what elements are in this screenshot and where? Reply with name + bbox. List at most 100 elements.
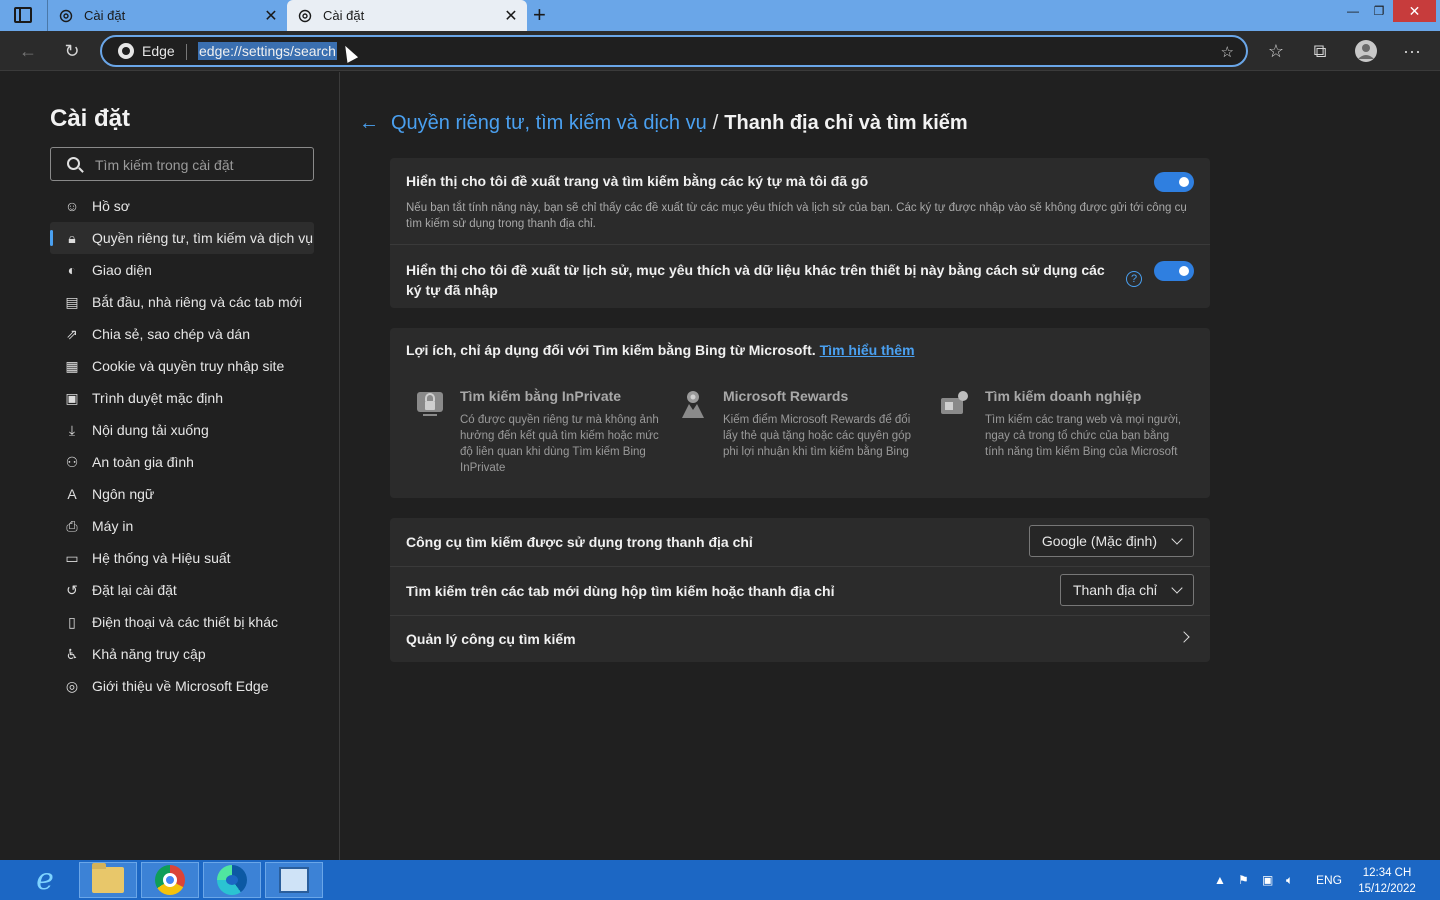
profile-avatar-icon[interactable] bbox=[1354, 39, 1378, 63]
site-identity[interactable]: Edge bbox=[118, 43, 175, 59]
search-input[interactable] bbox=[95, 155, 305, 175]
browser-toolbar: ← ↻ Edge edge://settings/search ☆ ☆ ⧉ ··… bbox=[0, 31, 1440, 71]
sidebar-item-share[interactable]: ⇗ Chia sẻ, sao chép và dán bbox=[50, 318, 314, 350]
tab-inactive[interactable]: Cài đặt ✕ bbox=[47, 0, 287, 31]
gear-icon bbox=[297, 8, 313, 24]
settings-sidebar: Cài đặt ☺ Hồ sơ 🔒︎ Quyền riêng tư, tìm kiế… bbox=[0, 72, 340, 860]
minimize-icon[interactable]: — bbox=[1340, 0, 1366, 22]
new-tab-search-select[interactable]: Thanh địa chỉ bbox=[1059, 574, 1194, 606]
new-tab-icon[interactable]: + bbox=[533, 2, 546, 28]
tab-actions-icon[interactable] bbox=[14, 7, 32, 23]
laptop-icon: ▭ bbox=[65, 549, 79, 566]
sidebar-item-label: Máy in bbox=[92, 518, 134, 534]
sidebar-item-label: An toàn gia đình bbox=[92, 454, 194, 470]
tab-title: Cài đặt bbox=[84, 8, 126, 23]
breadcrumb-parent-link[interactable]: Quyền riêng tư, tìm kiếm và dịch vụ bbox=[391, 112, 707, 135]
volume-icon[interactable]: 🔈︎ bbox=[1286, 860, 1293, 900]
lock-icon: 🔒︎ bbox=[68, 229, 76, 246]
gear-icon bbox=[58, 8, 74, 24]
sidebar-item-family[interactable]: ⚇ An toàn gia đình bbox=[50, 446, 314, 478]
tab-close-icon[interactable]: ✕ bbox=[263, 6, 279, 26]
feature-title: Tìm kiếm bằng InPrivate bbox=[460, 388, 622, 404]
action-center-icon[interactable]: ⚑ bbox=[1238, 860, 1249, 900]
add-favorite-icon[interactable]: ☆ bbox=[1221, 43, 1234, 61]
rewards-icon bbox=[682, 391, 704, 418]
more-menu-icon[interactable]: ··· bbox=[1400, 39, 1424, 63]
favorites-icon[interactable]: ☆ bbox=[1264, 39, 1288, 63]
back-arrow-icon[interactable]: ← bbox=[359, 112, 379, 135]
explorer-taskbar-button[interactable] bbox=[79, 862, 137, 898]
help-icon[interactable]: ? bbox=[1126, 271, 1142, 287]
suggestion-title-typed: Hiển thị cho tôi đề xuất trang và tìm ki… bbox=[406, 173, 869, 189]
edge-icon bbox=[217, 865, 247, 895]
sidebar-item-phone[interactable]: ▯ Điện thoại và các thiết bị khác bbox=[50, 606, 314, 638]
settings-search[interactable] bbox=[50, 147, 314, 181]
back-icon[interactable]: ← bbox=[16, 39, 40, 63]
address-url[interactable]: edge://settings/search bbox=[198, 42, 337, 60]
sidebar-item-reset[interactable]: ↺ Đặt lại cài đặt bbox=[50, 574, 314, 606]
select-value: Google (Mặc định) bbox=[1041, 533, 1157, 549]
edge-logo-icon bbox=[118, 43, 134, 59]
sidebar-item-label: Điện thoại và các thiết bị khác bbox=[92, 614, 278, 630]
manage-search-engines-label: Quản lý công cụ tìm kiếm bbox=[406, 631, 576, 647]
divider bbox=[390, 244, 1210, 245]
close-window-icon[interactable]: ✕ bbox=[1393, 0, 1436, 22]
sidebar-item-label: Bắt đầu, nhà riêng và các tab mới bbox=[92, 294, 302, 310]
sidebar-item-label: Ngôn ngữ bbox=[92, 486, 155, 502]
sidebar-item-system[interactable]: ▭ Hệ thống và Hiệu suất bbox=[50, 542, 314, 574]
sidebar-item-start[interactable]: ▤ Bắt đầu, nhà riêng và các tab mới bbox=[50, 286, 314, 318]
tray-expand-icon[interactable]: ▲ bbox=[1214, 860, 1226, 900]
address-brand: Edge bbox=[142, 43, 175, 59]
folder-icon bbox=[92, 863, 124, 893]
download-icon: ⤓ bbox=[68, 421, 76, 438]
control-panel-taskbar-button[interactable] bbox=[265, 862, 323, 898]
sidebar-item-privacy[interactable]: 🔒︎ Quyền riêng tư, tìm kiếm và dịch vụ bbox=[50, 222, 314, 254]
suggestion-toggle-history[interactable] bbox=[1154, 261, 1194, 281]
collections-icon[interactable]: ⧉ bbox=[1308, 39, 1332, 63]
reset-icon: ↺ bbox=[66, 581, 78, 598]
suggestion-toggle-typed[interactable] bbox=[1154, 172, 1194, 192]
sidebar-item-label: Hệ thống và Hiệu suất bbox=[92, 550, 231, 566]
language-indicator[interactable]: ENG bbox=[1316, 860, 1342, 900]
settings-title: Cài đặt bbox=[50, 105, 131, 132]
sidebar-item-cookies[interactable]: ▦ Cookie và quyền truy nhập site bbox=[50, 350, 314, 382]
taskbar-clock[interactable]: 12:34 CH 15/12/2022 bbox=[1356, 865, 1418, 897]
internet-explorer-icon: e bbox=[36, 862, 54, 897]
default-browser-icon: ▣ bbox=[65, 389, 79, 406]
sidebar-item-languages[interactable]: A Ngôn ngữ bbox=[50, 478, 314, 510]
sidebar-item-label: Giới thiệu về Microsoft Edge bbox=[92, 678, 269, 694]
language-icon: A bbox=[67, 486, 77, 502]
new-tab-search-row: Tìm kiếm trên các tab mới dùng hộp tìm k… bbox=[390, 567, 1210, 615]
chrome-taskbar-button[interactable] bbox=[141, 862, 199, 898]
new-tab-search-label: Tìm kiếm trên các tab mới dùng hộp tìm k… bbox=[406, 583, 835, 599]
sidebar-item-profile[interactable]: ☺ Hồ sơ bbox=[50, 190, 314, 222]
sidebar-item-appearance[interactable]: ◐ Giao diện bbox=[50, 254, 314, 286]
accessibility-icon: ♿︎ bbox=[65, 645, 79, 662]
learn-more-link[interactable]: Tìm hiểu thêm bbox=[820, 342, 915, 358]
refresh-icon[interactable]: ↻ bbox=[60, 39, 84, 63]
sidebar-item-about[interactable]: ◎ Giới thiệu về Microsoft Edge bbox=[50, 670, 314, 702]
sidebar-item-default-browser[interactable]: ▣ Trình duyệt mặc định bbox=[50, 382, 314, 414]
search-engine-select[interactable]: Google (Mặc định) bbox=[1028, 525, 1194, 557]
sidebar-item-accessibility[interactable]: ♿︎ Khả năng truy cập bbox=[50, 638, 314, 670]
sidebar-item-label: Giao diện bbox=[92, 262, 152, 278]
search-engine-card: Công cụ tìm kiếm được sử dụng trong than… bbox=[390, 518, 1210, 662]
feature-description: Tìm kiếm các trang web và mọi người, nga… bbox=[985, 414, 1182, 458]
ie-taskbar-button[interactable]: e bbox=[16, 862, 74, 898]
sidebar-item-downloads[interactable]: ⤓ Nội dung tải xuống bbox=[50, 414, 314, 446]
share-icon: ⇗ bbox=[66, 325, 78, 342]
sidebar-item-label: Cookie và quyền truy nhập site bbox=[92, 358, 285, 374]
chevron-right-icon bbox=[1178, 631, 1190, 643]
restore-icon[interactable]: ❐ bbox=[1366, 0, 1392, 22]
search-engine-row: Công cụ tìm kiếm được sử dụng trong than… bbox=[390, 518, 1210, 566]
network-icon[interactable]: ▣ bbox=[1262, 860, 1273, 900]
chevron-down-icon bbox=[1171, 582, 1183, 594]
edge-taskbar-button[interactable] bbox=[203, 862, 261, 898]
address-bar[interactable]: Edge edge://settings/search ☆ bbox=[100, 35, 1248, 67]
search-icon bbox=[67, 157, 80, 170]
tab-active[interactable]: Cài đặt ✕ bbox=[287, 0, 527, 31]
breadcrumb-separator: / bbox=[712, 112, 719, 134]
manage-search-engines-row[interactable]: Quản lý công cụ tìm kiếm bbox=[390, 615, 1210, 663]
sidebar-item-printers[interactable]: ⎙ Máy in bbox=[50, 510, 314, 542]
tab-close-icon[interactable]: ✕ bbox=[503, 6, 519, 26]
